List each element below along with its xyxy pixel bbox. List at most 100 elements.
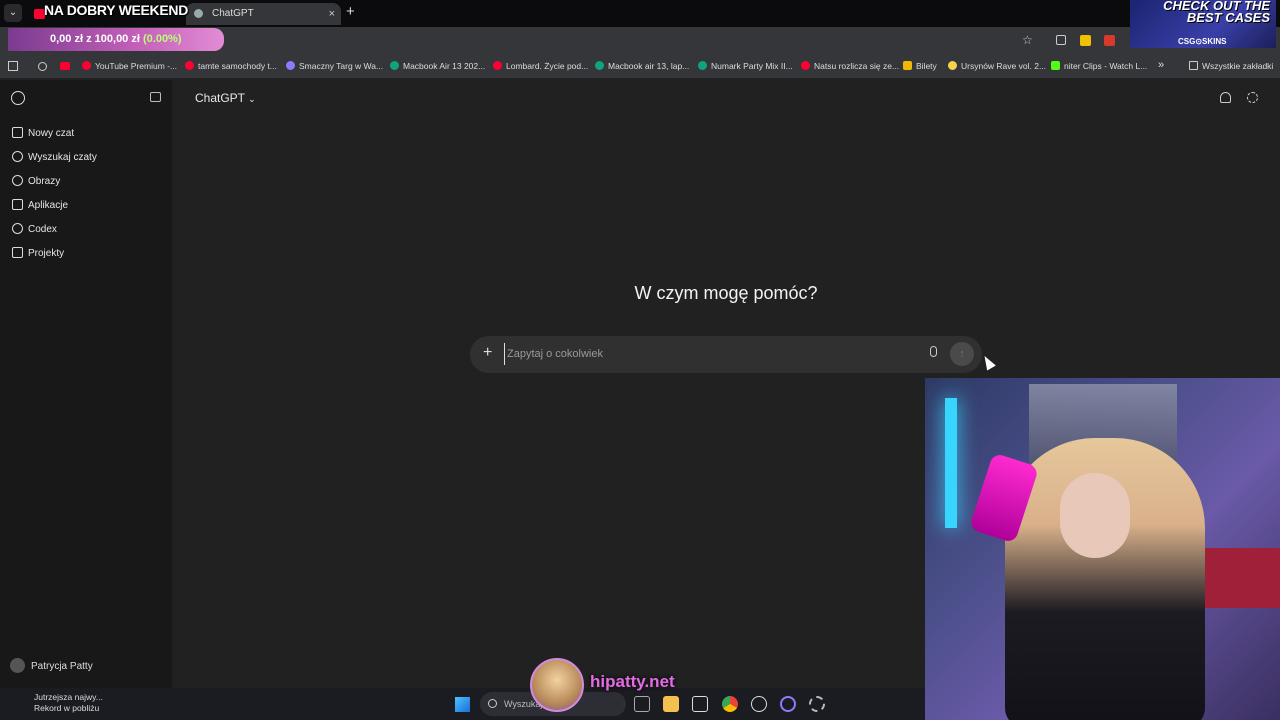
chatgpt-icon: [390, 61, 399, 70]
donation-separator: z: [86, 33, 92, 45]
bookmark-circle-icon[interactable]: [38, 62, 47, 71]
sidebar-item-new-chat[interactable]: Nowy czat: [12, 127, 74, 139]
apps-icon: [12, 199, 23, 210]
user-name: Patrycja Patty: [31, 661, 93, 672]
tab-search-dropdown[interactable]: ⌄: [4, 4, 22, 22]
all-bookmarks-label: Wszystkie zakładki: [1202, 61, 1274, 71]
bookmark-item[interactable]: tamte samochody t...: [185, 61, 277, 71]
bookmark-item[interactable]: Numark Party Mix II...: [698, 61, 793, 71]
sidebar-item-projects[interactable]: Projekty: [12, 247, 64, 259]
chatgpt-icon: [698, 61, 707, 70]
avatar: [10, 658, 25, 673]
tab-strip: ⌄ ChatGPT × + NA DOBRY WEEKEND: [0, 0, 1280, 27]
model-selector[interactable]: ChatGPT ⌄: [195, 91, 256, 105]
brand-site-text: hipatty.net: [590, 672, 675, 691]
extension-icon[interactable]: [1056, 35, 1066, 45]
bookmark-label: Natsu rozlicza się ze...: [814, 61, 900, 71]
codex-icon: [12, 223, 23, 234]
microphone-icon[interactable]: [930, 346, 937, 357]
promo-banner: CHECK OUT THE BEST CASES CSG⊙SKINS: [1130, 0, 1276, 48]
tickets-icon: [903, 61, 912, 70]
bookmark-label: Smaczny Targ w Wa...: [299, 61, 384, 71]
bookmark-item[interactable]: Smaczny Targ w Wa...: [286, 61, 383, 71]
bookmark-label: Ursynów Rave vol. 2...: [961, 61, 1047, 71]
sidebar-item-images[interactable]: Obrazy: [12, 175, 60, 187]
more-bookmarks-button[interactable]: »: [1158, 59, 1164, 71]
bookmark-item[interactable]: Bilety: [903, 61, 937, 71]
bookmark-item[interactable]: Lombard. Życie pod...: [493, 61, 588, 71]
bookmark-item[interactable]: Natsu rozlicza się ze...: [801, 61, 899, 71]
user-profile[interactable]: Patrycja Patty: [10, 658, 93, 673]
apps-grid-icon[interactable]: [8, 61, 18, 71]
sidebar-item-label: Wyszukaj czaty: [28, 152, 97, 163]
sidebar-item-label: Projekty: [28, 248, 65, 259]
sidebar: Nowy czat Wyszukaj czaty Obrazy Aplikacj…: [0, 80, 172, 688]
star-icon[interactable]: ☆: [1022, 33, 1033, 47]
obs-icon[interactable]: [780, 696, 796, 712]
store-icon[interactable]: [692, 696, 708, 712]
bookmark-item[interactable]: Macbook Air 13 202...: [390, 61, 485, 71]
prompt-input[interactable]: [504, 343, 904, 365]
bookmark-label: YouTube Premium -...: [95, 61, 178, 71]
news-subtitle: Rekord w pobliżu: [34, 703, 100, 713]
youtube-icon: [185, 61, 194, 70]
youtube-icon: [493, 61, 502, 70]
app-icon[interactable]: [751, 696, 767, 712]
streamer-avatar: [530, 658, 584, 712]
tab-chatgpt[interactable]: ChatGPT ×: [186, 3, 341, 25]
new-tab-button[interactable]: +: [346, 3, 355, 20]
all-bookmarks-folder[interactable]: Wszystkie zakładki: [1189, 61, 1273, 71]
bookmark-item[interactable]: YouTube Premium -...: [82, 61, 177, 71]
tab-close-icon[interactable]: ×: [329, 3, 335, 25]
youtube-bookmark-icon[interactable]: [60, 62, 70, 70]
stream-brand-overlay: hipatty.net: [530, 658, 690, 712]
donation-percent: (0.00%): [142, 33, 182, 45]
chrome-icon[interactable]: [722, 696, 738, 712]
openai-logo-icon[interactable]: [11, 91, 25, 105]
composer: + ↑: [470, 336, 982, 373]
sidebar-item-codex[interactable]: Codex: [12, 223, 57, 235]
news-icon: [12, 694, 24, 710]
bookmark-label: Lombard. Życie pod...: [506, 61, 589, 71]
bookmark-label: tamte samochody t...: [198, 61, 277, 71]
promo-brand: CSG⊙SKINS: [1178, 37, 1227, 46]
edit-icon: [12, 127, 23, 138]
sidebar-item-label: Codex: [28, 224, 57, 235]
send-button[interactable]: ↑: [950, 342, 974, 366]
bookmark-label: Macbook air 13, lap...: [608, 61, 690, 71]
search-icon: [12, 151, 23, 162]
bookmark-label: Numark Party Mix II...: [711, 61, 793, 71]
sidebar-toggle-icon[interactable]: [150, 92, 161, 102]
bookmarks-bar: YouTube Premium -... tamte samochody t..…: [0, 55, 1280, 79]
bookmark-item[interactable]: Ursynów Rave vol. 2...: [948, 61, 1046, 71]
temporary-chat-icon[interactable]: [1247, 92, 1258, 103]
extension-yellow-icon[interactable]: [1080, 35, 1091, 46]
sidebar-item-search-chats[interactable]: Wyszukaj czaty: [12, 151, 97, 163]
news-title: Jutrzejsza najwy...: [34, 692, 103, 702]
folder-icon: [12, 247, 23, 258]
donation-amount: 0,00 zł: [50, 33, 84, 45]
page-title: W czym mogę pomóc?: [634, 283, 818, 303]
extension-red-icon[interactable]: [1104, 35, 1115, 46]
news-widget[interactable]: Jutrzejsza najwy... Rekord w pobliżu: [14, 692, 103, 714]
youtube-icon: [82, 61, 91, 70]
settings-gear-icon[interactable]: [809, 696, 825, 712]
stream-overlay-title: NA DOBRY WEEKEND: [44, 2, 189, 18]
bookmark-item[interactable]: Macbook air 13, lap...: [595, 61, 689, 71]
folder-icon: [1189, 61, 1198, 70]
share-user-icon[interactable]: [1220, 92, 1231, 103]
plus-icon[interactable]: +: [483, 344, 492, 362]
sidebar-item-label: Obrazy: [28, 176, 61, 187]
chatgpt-icon: [194, 9, 203, 18]
webcam-overlay: [925, 378, 1280, 720]
bookmark-label: niter Clips - Watch L...: [1064, 61, 1148, 71]
search-icon: [488, 699, 497, 708]
windows-start-icon[interactable]: [455, 697, 470, 712]
kick-icon: [1051, 61, 1060, 70]
bookmark-item[interactable]: niter Clips - Watch L...: [1051, 61, 1147, 71]
bookmark-label: Macbook Air 13 202...: [403, 61, 486, 71]
sidebar-item-apps[interactable]: Aplikacje: [12, 199, 68, 211]
donation-goal-bar: 0,00 zł z 100,00 zł (0.00%): [8, 28, 224, 51]
site-icon: [948, 61, 957, 70]
youtube-icon: [801, 61, 810, 70]
